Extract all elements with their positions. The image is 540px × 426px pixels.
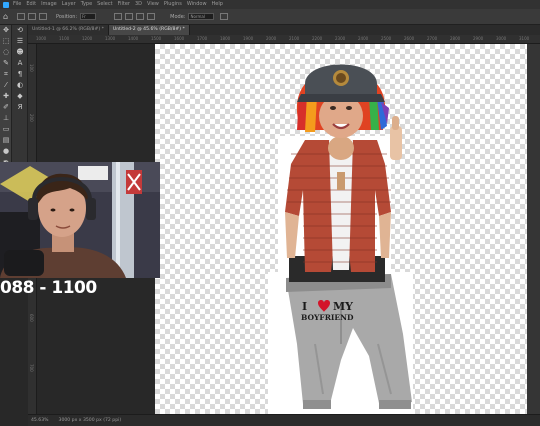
option-toggle-3[interactable] — [39, 13, 47, 20]
option-toggle-1[interactable] — [17, 13, 25, 20]
heal-tool-icon[interactable]: ✚ — [0, 91, 12, 102]
options-bar: ⌂ Position: Fr Mode: Normal — [0, 9, 540, 25]
quick-select-tool-icon[interactable]: ✎ — [0, 58, 12, 69]
menu-plugins[interactable]: Plugins — [164, 0, 182, 9]
ruler-tick-label: 1500 — [151, 36, 162, 41]
mode-select[interactable]: Normal — [188, 13, 215, 20]
menu-edit[interactable]: Edit — [26, 0, 36, 9]
eyedropper-tool-icon[interactable]: ⁄ — [0, 80, 12, 91]
document-tabs: Untitled-1 @ 66.2% (RGB/8#) * Untitled-2… — [28, 25, 540, 35]
ruler-tick-label: 1600 — [174, 36, 185, 41]
gradient-tool-icon[interactable]: ▤ — [0, 135, 12, 146]
properties-icon[interactable]: ☰ — [12, 36, 28, 47]
shape-icon[interactable]: ◆ — [12, 91, 28, 102]
ruler-horizontal: 1000 1100 1200 1300 1400 1500 1600 1700 1800 1900… — [28, 35, 540, 44]
crop-tool-icon[interactable]: ⌗ — [0, 69, 12, 80]
status-bar: 45.63% 3000 px x 3500 px (72 ppi) — [28, 414, 540, 426]
ruler-tick-label: 1100 — [59, 36, 70, 41]
ruler-tick-label: 200 — [29, 114, 34, 122]
score-overlay-text: 088 - 1100 — [0, 278, 97, 298]
zoom-level[interactable]: 45.63% — [31, 418, 49, 423]
ruler-tick-label: 1200 — [82, 36, 93, 41]
dodge-tool-icon[interactable]: ● — [0, 146, 12, 157]
ruler-tick-label: 1400 — [128, 36, 139, 41]
ruler-tick-label: 2000 — [266, 36, 277, 41]
marquee-tool-icon[interactable]: ⬚ — [0, 36, 12, 47]
paragraph-icon[interactable]: ¶ — [12, 69, 28, 80]
streamer-webcam-image — [0, 162, 160, 278]
option-toggle-6[interactable] — [136, 13, 145, 20]
photoshop-window: File Edit Image Layer Type Select Filter… — [0, 0, 540, 426]
ruler-tick-label: 2400 — [358, 36, 369, 41]
ruler-tick-label: 2300 — [335, 36, 346, 41]
person-icon[interactable]: ☻ — [12, 47, 28, 58]
lasso-tool-icon[interactable]: ◌ — [0, 47, 12, 58]
ruler-tick-label: 700 — [29, 364, 34, 372]
menu-3d[interactable]: 3D — [135, 0, 142, 9]
tab-untitled-1[interactable]: Untitled-1 @ 66.2% (RGB/8#) * — [28, 25, 109, 35]
ruler-tick-label: 2500 — [381, 36, 392, 41]
shirt-text-my: MY — [333, 300, 353, 313]
menu-image[interactable]: Image — [41, 0, 57, 9]
menu-window[interactable]: Window — [187, 0, 207, 9]
move-tool-icon[interactable]: ✥ — [0, 25, 12, 36]
ruler-tick-label: 3100 — [519, 36, 530, 41]
option-toggle-7[interactable] — [147, 13, 156, 20]
document-canvas[interactable]: I MY BOYFRIEND — [155, 44, 527, 414]
option-toggle-4[interactable] — [114, 13, 123, 20]
shirt-text-i: I — [302, 300, 307, 313]
shirt-text-boyfriend: BOYFRIEND — [301, 313, 354, 322]
ruler-tick-label: 2200 — [312, 36, 323, 41]
ruler-tick-label: 1900 — [243, 36, 254, 41]
ruler-tick-label: 1000 — [36, 36, 47, 41]
ruler-tick-label: 1700 — [197, 36, 208, 41]
ruler-tick-label: 600 — [29, 314, 34, 322]
ruler-tick-label: 2700 — [427, 36, 438, 41]
menu-bar: File Edit Image Layer Type Select Filter… — [0, 0, 540, 9]
stamp-tool-icon[interactable]: ⊥ — [0, 113, 12, 124]
tab-untitled-2[interactable]: Untitled-2 @ 45.6% (RGB/8#) * — [108, 25, 190, 35]
hat-head-image — [296, 64, 389, 138]
mode-label: Mode: — [170, 13, 186, 20]
glyph-icon[interactable]: Я — [12, 102, 28, 113]
menu-type[interactable]: Type — [81, 0, 92, 9]
document-size: 3000 px x 3500 px (72 ppi) — [58, 418, 122, 423]
tools-panel-secondary: ⟲ ☰ ☻ A ¶ ◐ ◆ Я — [12, 25, 28, 175]
option-toggle-8[interactable] — [220, 13, 229, 20]
history-icon[interactable]: ⟲ — [12, 25, 28, 36]
ruler-tick-label: 2600 — [404, 36, 415, 41]
home-icon[interactable]: ⌂ — [3, 12, 11, 21]
panel-collapsed-strip[interactable] — [527, 44, 540, 414]
position-label: Position: — [56, 13, 78, 20]
ruler-tick-label: 1300 — [105, 36, 116, 41]
menu-view[interactable]: View — [147, 0, 159, 9]
brush-tool-icon[interactable]: ✐ — [0, 102, 12, 113]
ruler-tick-label: 2100 — [289, 36, 300, 41]
position-field[interactable]: Fr — [80, 13, 97, 20]
option-toggle-2[interactable] — [28, 13, 36, 20]
menu-help[interactable]: Help — [212, 0, 223, 9]
option-toggle-5[interactable] — [125, 13, 134, 20]
menu-file[interactable]: File — [13, 0, 21, 9]
menu-filter[interactable]: Filter — [118, 0, 130, 9]
canvas-artwork: I MY BOYFRIEND — [268, 64, 413, 414]
eraser-tool-icon[interactable]: ▭ — [0, 124, 12, 135]
webcam-overlay — [0, 162, 160, 278]
tools-panel: ✥ ⬚ ◌ ✎ ⌗ ⁄ ✚ ✐ ⊥ ▭ ▤ ● ✒ — [0, 25, 12, 175]
menu-select[interactable]: Select — [97, 0, 112, 9]
thumb-image — [390, 116, 402, 160]
menu-layer[interactable]: Layer — [62, 0, 76, 9]
app-logo-icon — [3, 1, 9, 8]
ruler-tick-label: 1800 — [220, 36, 231, 41]
ruler-tick-label: 100 — [29, 64, 34, 72]
type-tool-icon[interactable]: A — [12, 58, 28, 69]
ruler-tick-label: 2900 — [473, 36, 484, 41]
ruler-tick-label: 3000 — [496, 36, 507, 41]
adjust-icon[interactable]: ◐ — [12, 80, 28, 91]
ruler-tick-label: 2800 — [450, 36, 461, 41]
